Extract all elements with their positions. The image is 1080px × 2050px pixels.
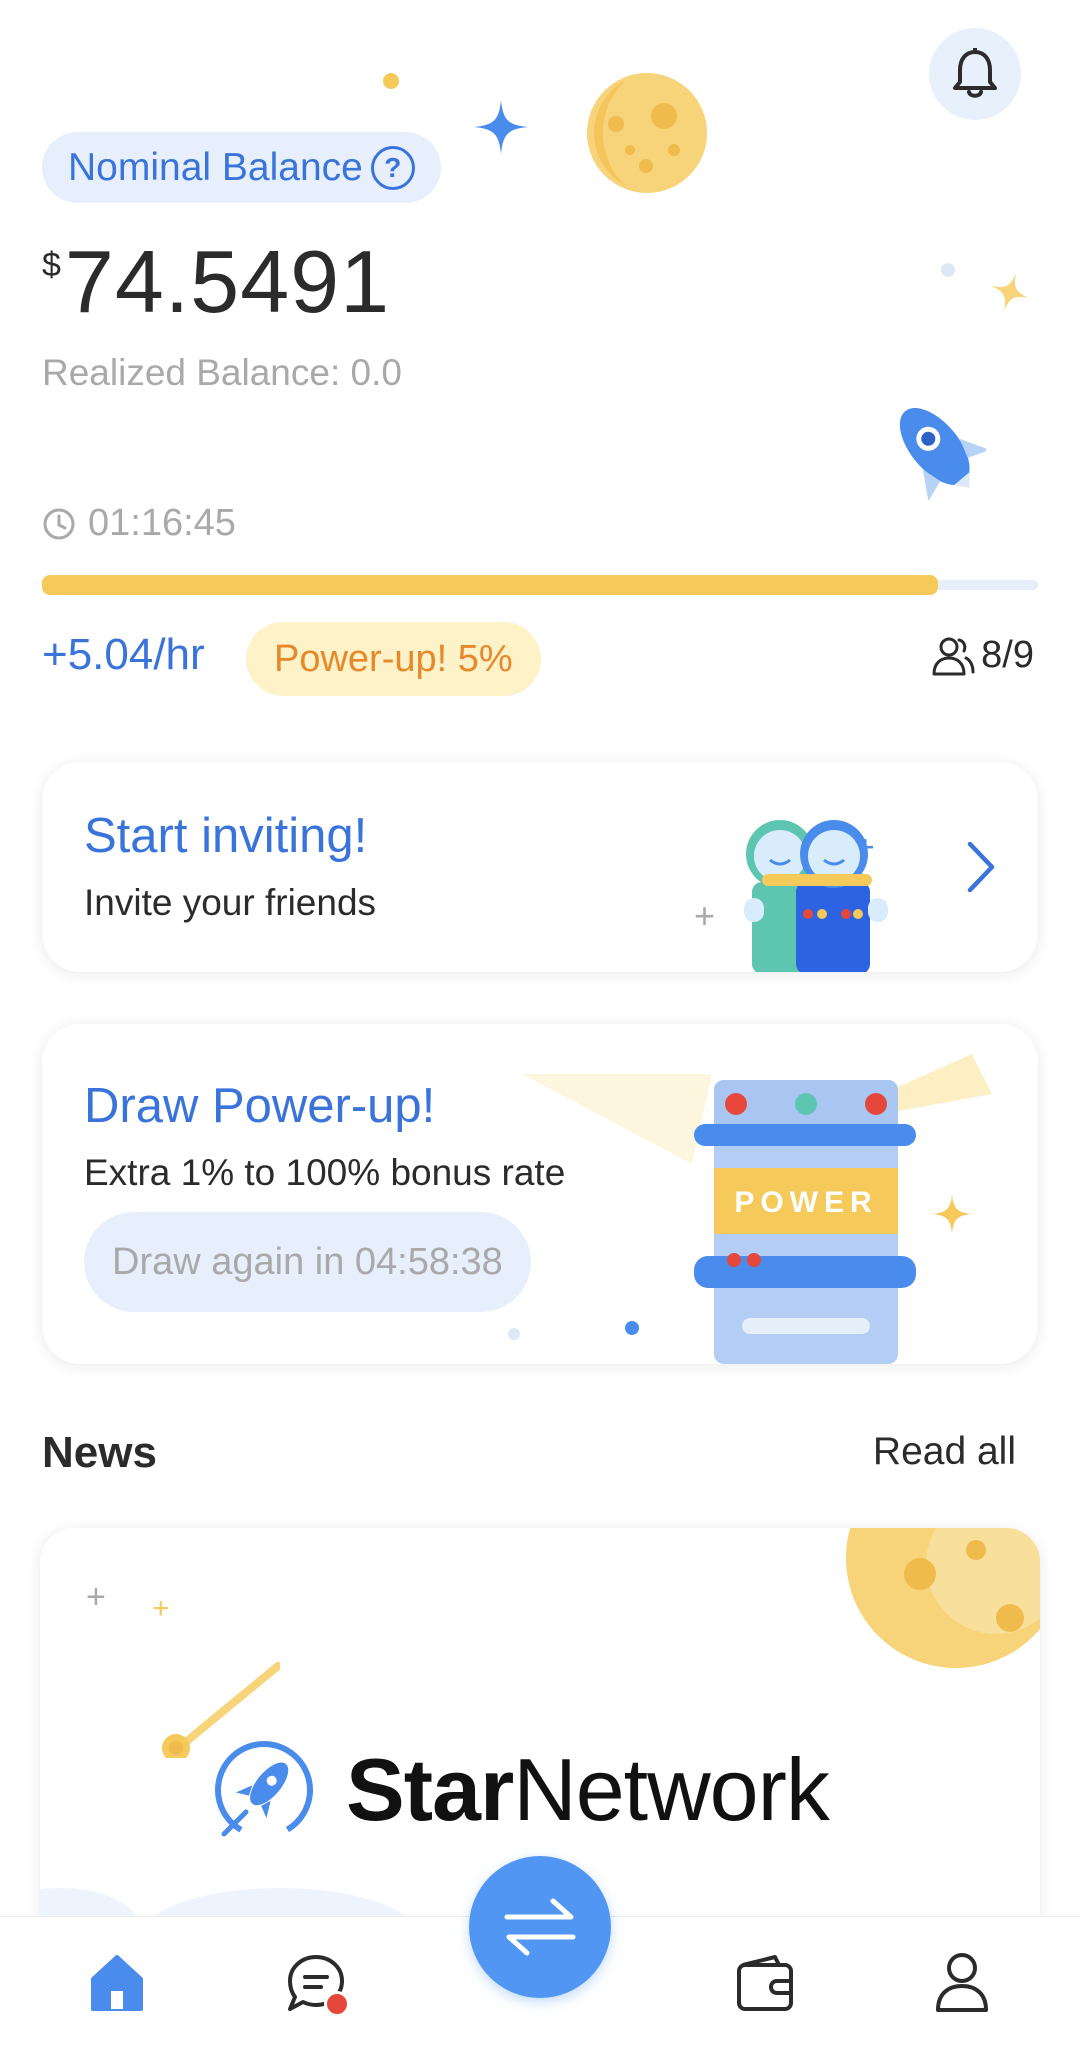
mining-progress-fill — [42, 575, 939, 595]
swap-button[interactable] — [469, 1856, 611, 1998]
powerup-machine-illustration: POWER — [694, 1080, 916, 1364]
realized-balance: Realized Balance: 0.0 — [42, 352, 402, 393]
svg-text:+: + — [152, 1592, 170, 1625]
star-network-logo: StarNetwork — [212, 1738, 830, 1842]
brand-star: Star — [346, 1740, 514, 1839]
notifications-button[interactable] — [929, 28, 1021, 120]
read-all-link[interactable]: Read all — [873, 1430, 1016, 1474]
currency-symbol: $ — [42, 246, 61, 284]
svg-text:+: + — [694, 895, 715, 936]
mining-progress-bar — [42, 575, 1038, 595]
draw-subtitle: Extra 1% to 100% bonus rate — [84, 1152, 566, 1193]
balance-display: $ 74.5491 — [42, 238, 390, 326]
swap-icon — [504, 1898, 576, 1956]
blue-sparkle-decoration — [474, 100, 528, 154]
svg-text:+: + — [86, 1578, 106, 1616]
team-counter[interactable]: 8/9 — [931, 634, 1034, 677]
home-icon — [91, 1955, 143, 2011]
wallet-icon — [737, 1955, 793, 2011]
draw-powerup-card[interactable]: POWER Draw Power-up! Extra 1% to 100% bo… — [42, 1024, 1038, 1364]
draw-again-button[interactable]: Draw again in 04:58:38 — [84, 1212, 531, 1312]
yellow-dot-decoration — [383, 73, 399, 89]
yellow-sparkle-decoration — [990, 272, 1030, 312]
rocket-logo-icon — [215, 1741, 313, 1839]
mining-rate: +5.04/hr — [42, 630, 205, 679]
nominal-balance-badge[interactable]: Nominal Balance ? — [42, 132, 441, 203]
invite-card[interactable]: Start inviting! Invite your friends + + — [42, 762, 1038, 972]
bell-icon — [953, 48, 997, 98]
invite-title: Start inviting! — [84, 809, 368, 863]
nominal-balance-label: Nominal Balance — [68, 145, 363, 189]
nav-wallet[interactable] — [725, 1943, 805, 2023]
clock-icon — [43, 508, 75, 539]
draw-title: Draw Power-up! — [84, 1079, 436, 1133]
nav-profile[interactable] — [922, 1943, 1002, 2023]
shooting-star-decoration: + + — [86, 1578, 280, 1758]
astronauts-illustration: + + — [694, 820, 888, 972]
rocket-decoration — [899, 408, 986, 500]
invite-subtitle: Invite your friends — [84, 882, 377, 923]
help-icon[interactable]: ? — [370, 145, 415, 190]
news-heading: News — [42, 1428, 157, 1477]
balance-amount: 74.5491 — [64, 232, 391, 331]
timer-value: 01:16:45 — [88, 502, 236, 544]
mining-timer: 01:16:45 — [42, 502, 236, 545]
nav-messages[interactable] — [276, 1943, 356, 2023]
profile-icon — [936, 1953, 988, 2012]
moon-decoration — [846, 1528, 1040, 1668]
chevron-right-icon[interactable] — [964, 840, 998, 894]
nav-home[interactable] — [77, 1943, 157, 2023]
brand-network: Network — [513, 1740, 830, 1839]
moon-decoration — [587, 73, 707, 193]
team-count: 8/9 — [981, 634, 1034, 676]
power-label: POWER — [734, 1186, 877, 1219]
small-dot-decoration — [941, 263, 955, 277]
notification-dot — [324, 1991, 350, 2017]
powerup-badge[interactable]: Power-up! 5% — [246, 622, 541, 696]
yellow-sparkle-decoration — [932, 1194, 972, 1234]
team-icon — [932, 637, 975, 675]
dots-decoration — [508, 1321, 639, 1340]
